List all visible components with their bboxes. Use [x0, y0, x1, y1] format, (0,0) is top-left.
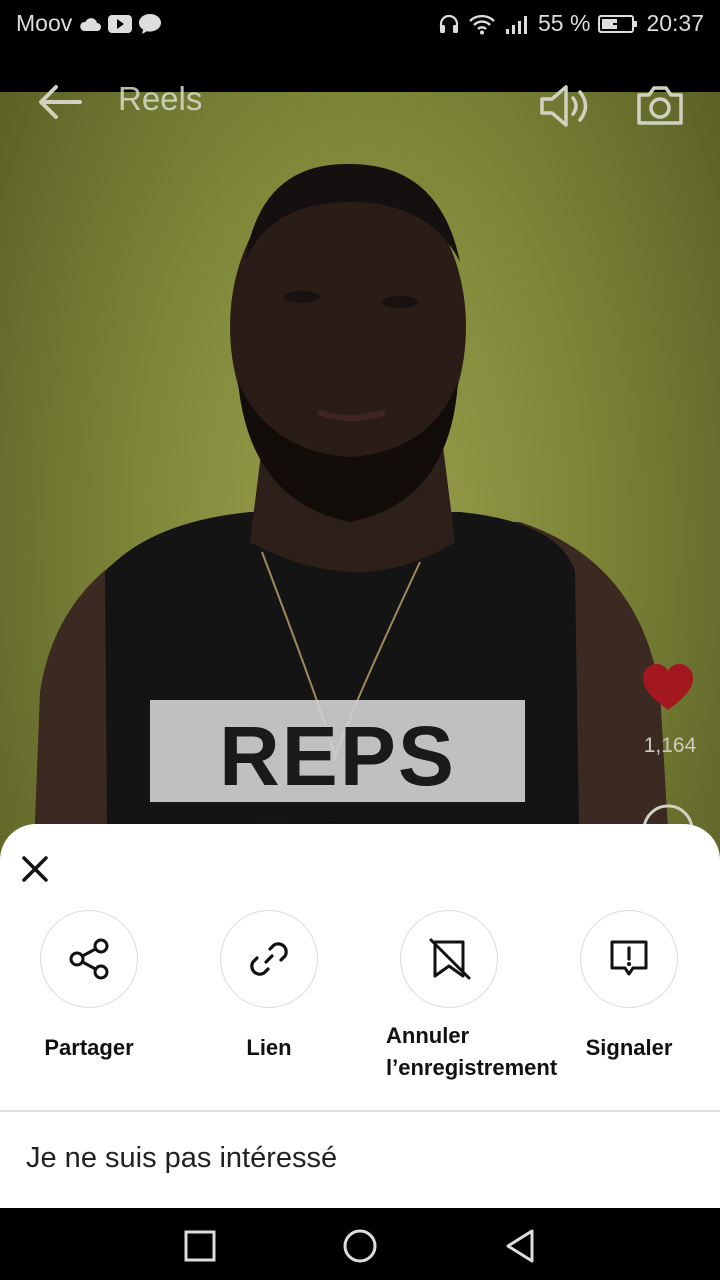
report-label: Signaler — [585, 1035, 673, 1060]
link-action-circle[interactable] — [220, 910, 318, 1008]
headphones-icon — [438, 13, 460, 35]
system-back-button[interactable] — [500, 1226, 540, 1266]
link-label: Lien — [246, 1035, 292, 1060]
heart-icon — [643, 664, 693, 710]
link-icon — [250, 942, 288, 976]
carrier-name: Moov — [16, 10, 73, 36]
volume-button[interactable] — [538, 80, 590, 132]
unsave-label: Annuler l’enregistrement — [386, 1023, 558, 1080]
close-icon — [22, 856, 48, 882]
cloud-icon — [78, 16, 102, 32]
not-interested-option[interactable]: Je ne suis pas intéressé — [26, 1142, 337, 1175]
status-bar-left: Moov — [16, 10, 162, 37]
camera-icon — [637, 86, 683, 125]
back-arrow-icon — [39, 85, 82, 119]
battery-percent: 55 % — [538, 10, 591, 36]
status-bar: Moov 55 % 20:37 — [0, 0, 720, 92]
wifi-icon — [468, 13, 496, 35]
camera-button[interactable] — [634, 80, 686, 132]
share-icon — [69, 938, 109, 980]
report-icon — [610, 940, 648, 976]
status-bar-right: 55 % 20:37 — [438, 10, 704, 37]
share-action-circle[interactable] — [40, 910, 138, 1008]
back-icon — [506, 1229, 534, 1263]
like-button[interactable] — [640, 660, 696, 716]
share-label: Partager — [44, 1035, 134, 1060]
sheet-divider — [0, 1110, 720, 1112]
recents-button[interactable] — [180, 1226, 220, 1266]
unsave-action-circle[interactable] — [400, 910, 498, 1008]
home-button[interactable] — [340, 1226, 380, 1266]
recents-icon — [184, 1230, 216, 1262]
report-action-circle[interactable] — [580, 910, 678, 1008]
battery-icon — [598, 14, 638, 34]
youtube-icon — [108, 14, 133, 33]
volume-icon — [540, 85, 588, 127]
home-icon — [343, 1229, 377, 1263]
unsave-action[interactable]: Annuler l’enregistrement — [364, 910, 558, 1084]
options-sheet: Partager Lien Annuler l’enregistrement S… — [0, 824, 720, 1208]
report-action[interactable]: Signaler — [544, 910, 714, 1064]
like-count: 1,164 — [643, 734, 697, 757]
share-action[interactable]: Partager — [4, 910, 174, 1064]
close-button[interactable] — [18, 852, 52, 886]
link-action[interactable]: Lien — [184, 910, 354, 1064]
page-title: Reels — [118, 80, 203, 117]
message-icon — [138, 13, 162, 35]
clock: 20:37 — [646, 10, 704, 36]
signal-icon — [504, 13, 530, 35]
back-button[interactable] — [36, 82, 84, 122]
navigation-bar — [0, 1208, 720, 1280]
unsave-icon — [429, 938, 471, 980]
